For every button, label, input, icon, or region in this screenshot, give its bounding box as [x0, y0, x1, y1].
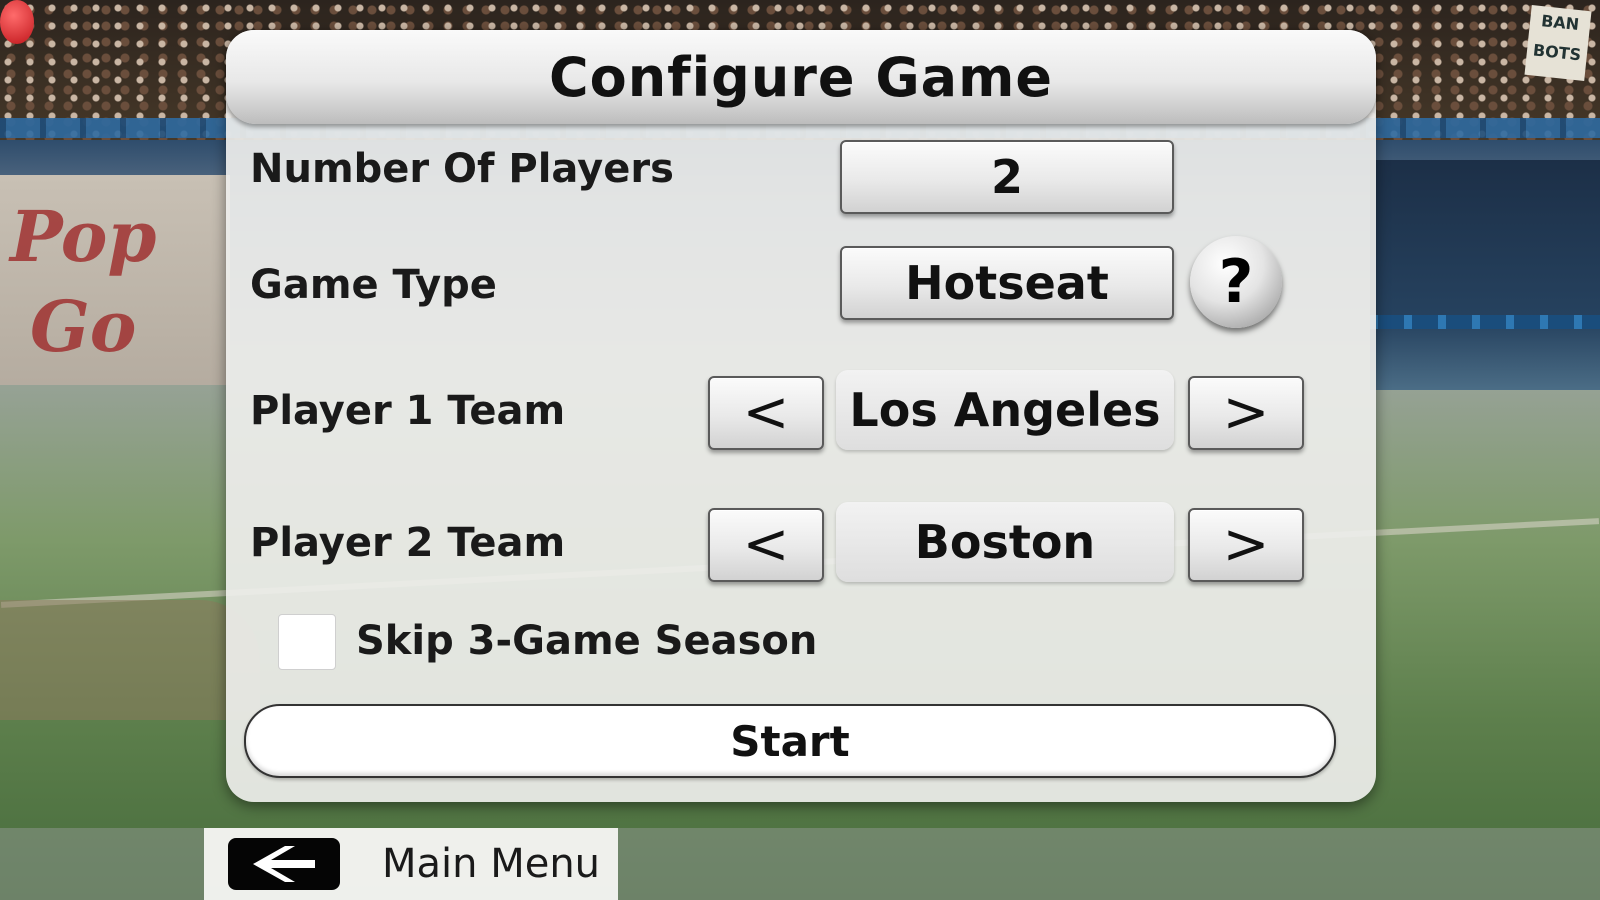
configure-game-dialog: Configure Game Number Of Players 2 Game …: [226, 30, 1376, 802]
main-menu-label: Main Menu: [382, 841, 601, 887]
main-menu-button[interactable]: Main Menu: [204, 828, 618, 900]
game-type-button[interactable]: Hotseat: [840, 246, 1174, 320]
chevron-right-icon: >: [1222, 380, 1270, 445]
help-button[interactable]: ?: [1190, 236, 1282, 328]
player1-team-value: Los Angeles: [849, 383, 1161, 437]
chevron-right-icon: >: [1222, 512, 1270, 577]
player1-team-label: Player 1 Team: [250, 388, 566, 434]
fan-sign: BAN BOTS: [1524, 5, 1592, 81]
player2-team-label: Player 2 Team: [250, 520, 566, 566]
balloon: [0, 0, 34, 44]
player2-prev-team-button[interactable]: <: [708, 508, 824, 582]
skip-season-checkbox[interactable]: [278, 614, 336, 670]
num-players-button[interactable]: 2: [840, 140, 1174, 214]
num-players-value: 2: [990, 150, 1023, 204]
player2-team-display: Boston: [836, 502, 1174, 582]
back-arrow-icon: [228, 838, 340, 890]
start-button[interactable]: Start: [244, 704, 1336, 778]
infield-dirt: [0, 600, 260, 720]
dugout-fence: [1370, 315, 1600, 329]
player2-next-team-button[interactable]: >: [1188, 508, 1304, 582]
game-type-value: Hotseat: [905, 256, 1109, 310]
outfield-wall: Pop Go: [0, 175, 230, 385]
chevron-left-icon: <: [742, 512, 790, 577]
start-label: Start: [730, 716, 850, 766]
title-bar: Configure Game: [226, 30, 1376, 124]
skip-season-label: Skip 3-Game Season: [356, 618, 818, 664]
player1-next-team-button[interactable]: >: [1188, 376, 1304, 450]
question-icon: ?: [1218, 247, 1254, 317]
dugout: [1370, 160, 1600, 390]
wall-sign-art-2: Go: [30, 285, 137, 368]
player2-team-value: Boston: [914, 515, 1096, 569]
game-type-label: Game Type: [250, 262, 497, 308]
wall-sign-art: Pop: [10, 195, 157, 278]
player1-team-display: Los Angeles: [836, 370, 1174, 450]
dialog-title: Configure Game: [549, 45, 1053, 109]
num-players-label: Number Of Players: [250, 146, 674, 192]
player1-prev-team-button[interactable]: <: [708, 376, 824, 450]
chevron-left-icon: <: [742, 380, 790, 445]
